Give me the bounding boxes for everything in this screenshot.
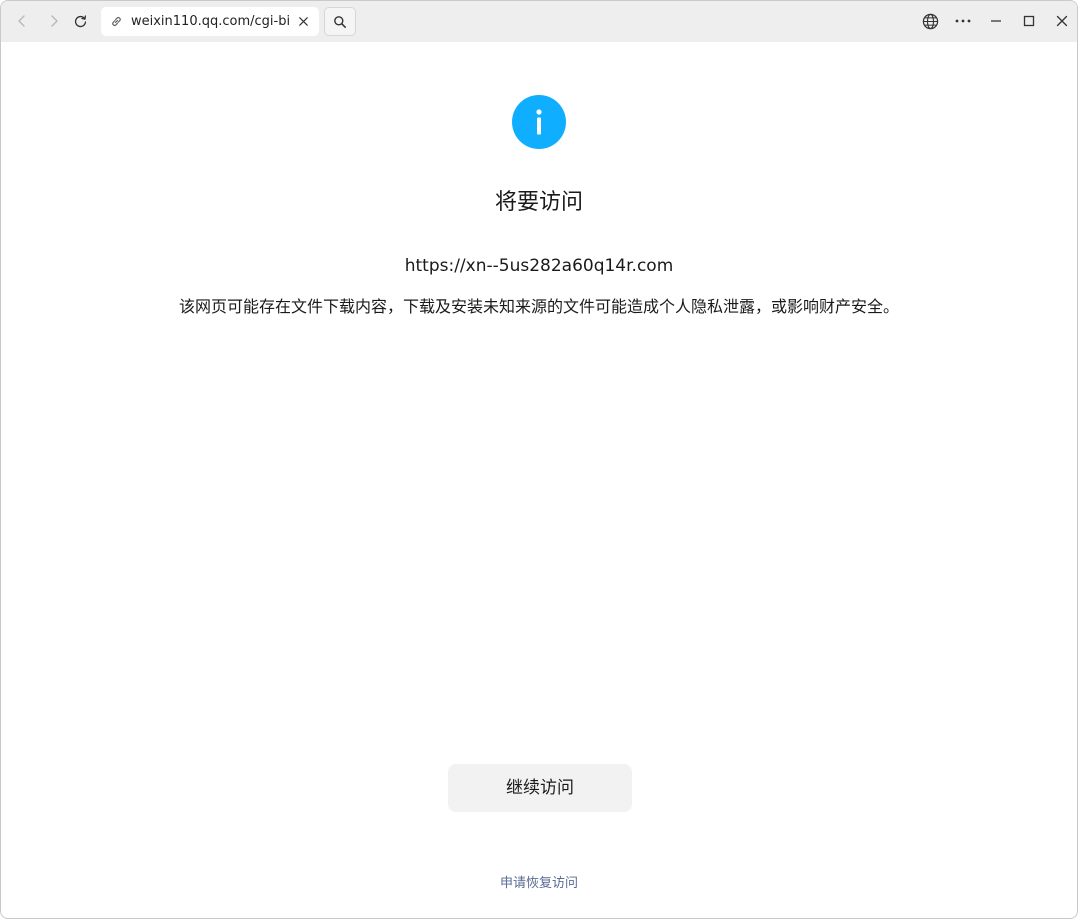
back-button[interactable] (7, 6, 37, 36)
link-icon (112, 17, 121, 26)
page-content: 将要访问 https://xn--5us282a60q14r.com 该网页可能… (1, 42, 1077, 918)
globe-button[interactable] (915, 6, 945, 36)
info-icon (512, 95, 566, 149)
reload-icon (74, 14, 86, 27)
target-url: https://xn--5us282a60q14r.com (404, 256, 674, 276)
warning-description: 该网页可能存在文件下载内容，下载及安装未知来源的文件可能造成个人隐私泄露，或影响… (178, 297, 899, 316)
browser-toolbar: weixin110.qq.com/cgi-bin/r (1, 1, 1077, 42)
reload-button[interactable] (65, 6, 95, 36)
more-icon (955, 19, 971, 23)
globe-icon (922, 13, 938, 29)
browser-window: weixin110.qq.com/cgi-bin/r 将要访问 https://… (0, 0, 1078, 919)
close-window-button[interactable] (1047, 6, 1077, 36)
minimize-button[interactable] (981, 6, 1011, 36)
minimize-icon (991, 20, 1001, 22)
search-button[interactable] (324, 7, 356, 36)
maximize-icon (1023, 15, 1035, 27)
address-text[interactable]: weixin110.qq.com/cgi-bin/r (131, 7, 291, 36)
maximize-button[interactable] (1014, 6, 1044, 36)
close-icon (1056, 15, 1068, 27)
restore-access-link[interactable]: 申请恢复访问 (1, 874, 1077, 894)
arrow-left-icon (18, 15, 25, 27)
page-title: 将要访问 (494, 190, 583, 215)
close-icon[interactable] (297, 15, 310, 28)
continue-button[interactable]: 继续访问 (448, 764, 632, 812)
more-button[interactable] (948, 6, 978, 36)
address-bar[interactable]: weixin110.qq.com/cgi-bin/r (101, 7, 319, 36)
search-icon (334, 15, 346, 28)
arrow-right-icon (51, 15, 58, 27)
